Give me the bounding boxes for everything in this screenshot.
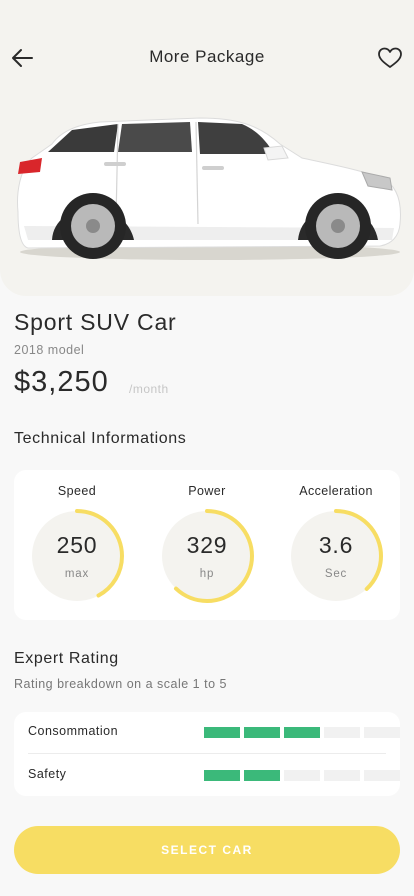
- gauge-ring: 250 max: [27, 506, 127, 606]
- gauge-ring: 329 hp: [157, 506, 257, 606]
- rating-card: Consommation Safety: [14, 712, 400, 796]
- gauge-acceleration: Acceleration 3.6 Sec: [286, 484, 386, 606]
- rating-title: Expert Rating: [14, 650, 119, 667]
- rating-segment: [324, 770, 360, 781]
- rating-segment: [244, 727, 280, 738]
- rating-segment: [364, 727, 400, 738]
- gauge-ring: 3.6 Sec: [286, 506, 386, 606]
- rating-segment: [284, 727, 320, 738]
- gauge-unit: max: [64, 568, 90, 580]
- rating-row-consommation: Consommation: [28, 722, 400, 742]
- rating-segment: [364, 770, 400, 781]
- gauge-label: Acceleration: [299, 484, 373, 498]
- rating-label: Consommation: [28, 724, 119, 738]
- gauge-value: 3.6: [318, 532, 354, 558]
- rating-segment: [324, 727, 360, 738]
- rating-bar: [204, 770, 400, 781]
- gauge-value: 250: [56, 532, 98, 558]
- rating-segment: [204, 727, 240, 738]
- select-car-button[interactable]: SELECT CAR: [14, 826, 400, 874]
- page-title: More Package: [149, 47, 265, 66]
- gauge-unit: hp: [199, 568, 215, 580]
- rating-segment: [244, 770, 280, 781]
- gauge-label: Speed: [57, 484, 97, 498]
- gauge-speed: Speed 250 max: [27, 484, 127, 606]
- rating-segment: [284, 770, 320, 781]
- divider: [28, 753, 386, 754]
- gauge-value: 329: [186, 532, 228, 558]
- rating-label: Safety: [28, 767, 67, 781]
- product-price: $3,250: [14, 366, 109, 398]
- heart-icon[interactable]: [377, 45, 403, 71]
- car-image: [17, 117, 401, 260]
- gauge-power: Power 329 hp: [157, 484, 257, 606]
- rating-subtitle: Rating breakdown on a scale 1 to 5: [14, 677, 227, 691]
- rating-bar: [204, 727, 400, 738]
- technical-card: Speed 250 max Power 329 hp Acceleration: [14, 470, 400, 620]
- gauge-unit: Sec: [324, 568, 348, 580]
- gauge-label: Power: [188, 484, 226, 498]
- hero-panel: More Package: [0, 0, 414, 296]
- technical-title: Technical Informations: [14, 430, 187, 447]
- rating-segment: [204, 770, 240, 781]
- rating-row-safety: Safety: [28, 765, 400, 785]
- product-name: Sport SUV Car: [14, 309, 177, 335]
- price-period: /month: [129, 382, 169, 396]
- product-model: 2018 model: [14, 343, 85, 357]
